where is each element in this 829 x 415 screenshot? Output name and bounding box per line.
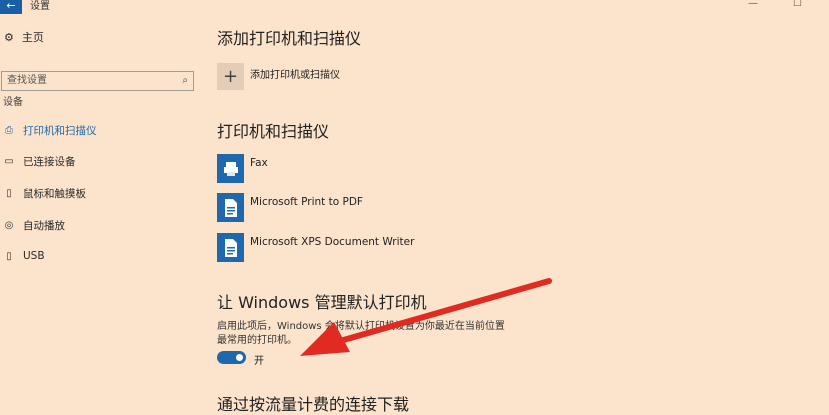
search-input[interactable]: 查找设置 ⌕ bbox=[1, 71, 194, 91]
sidebar-item-label: USB bbox=[23, 250, 45, 262]
toggle-knob bbox=[236, 354, 243, 361]
sidebar-item-label: 自动播放 bbox=[23, 220, 65, 232]
description-line: 最常用的打印机。 bbox=[217, 335, 297, 346]
fax-icon bbox=[217, 154, 244, 183]
default-printer-toggle[interactable] bbox=[217, 351, 246, 364]
back-button[interactable]: ← bbox=[0, 0, 22, 14]
sidebar-item-printers[interactable]: ⎙ 打印机和扫描仪 bbox=[4, 123, 97, 138]
sidebar-home[interactable]: ⚙ 主页 bbox=[4, 29, 44, 45]
default-printer-description: 启用此项后，Windows 会将默认打印机设置为你最近在当前位置 最常用的打印机… bbox=[217, 320, 547, 348]
printers-section-heading: 打印机和扫描仪 bbox=[217, 122, 330, 141]
usb-icon: ▯ bbox=[6, 250, 12, 262]
metered-connection-heading: 通过按流量计费的连接下载 bbox=[217, 395, 410, 414]
add-section-heading: 添加打印机和扫描仪 bbox=[217, 29, 362, 48]
gear-icon: ⚙ bbox=[4, 30, 14, 44]
toggle-state-label: 开 bbox=[254, 356, 264, 367]
sidebar-item-usb[interactable]: ▯ USB bbox=[4, 250, 45, 262]
printer-item-fax[interactable]: Fax bbox=[217, 154, 517, 183]
mouse-icon: ▯ bbox=[6, 188, 12, 199]
search-placeholder: 查找设置 bbox=[7, 75, 47, 86]
printer-name: Fax bbox=[250, 157, 268, 169]
sidebar-item-label: 鼠标和触摸板 bbox=[23, 188, 86, 200]
sidebar-item-connected-devices[interactable]: ▭ 已连接设备 bbox=[4, 154, 76, 169]
pdf-printer-icon bbox=[217, 193, 244, 222]
home-label: 主页 bbox=[21, 31, 44, 44]
main-content: 添加打印机和扫描仪 + 添加打印机或扫描仪 打印机和扫描仪 Fax Micros… bbox=[217, 0, 829, 415]
section-label-devices: 设备 bbox=[3, 97, 23, 108]
back-arrow-icon: ← bbox=[6, 0, 16, 12]
printer-name: Microsoft Print to PDF bbox=[250, 196, 363, 208]
add-printer-button[interactable]: + bbox=[217, 63, 244, 90]
default-printer-heading: 让 Windows 管理默认打印机 bbox=[217, 293, 427, 312]
printer-name: Microsoft XPS Document Writer bbox=[250, 236, 415, 248]
search-icon: ⌕ bbox=[182, 75, 188, 86]
printer-icon: ⎙ bbox=[5, 125, 13, 136]
printer-item-pdf[interactable]: Microsoft Print to PDF bbox=[217, 193, 517, 222]
add-printer-label[interactable]: 添加打印机或扫描仪 bbox=[250, 66, 340, 81]
plus-icon: + bbox=[222, 66, 239, 87]
xps-printer-icon bbox=[217, 233, 244, 262]
window-title: 设置 bbox=[30, 1, 50, 12]
sidebar-item-label: 已连接设备 bbox=[23, 156, 76, 168]
connected-devices-icon: ▭ bbox=[4, 156, 14, 167]
sidebar-item-label: 打印机和扫描仪 bbox=[23, 125, 97, 137]
autoplay-icon: ◎ bbox=[4, 220, 14, 231]
sidebar-item-autoplay[interactable]: ◎ 自动播放 bbox=[4, 218, 65, 233]
printer-item-xps[interactable]: Microsoft XPS Document Writer bbox=[217, 233, 517, 262]
sidebar-item-mouse[interactable]: ▯ 鼠标和触摸板 bbox=[4, 186, 86, 201]
description-line: 启用此项后，Windows 会将默认打印机设置为你最近在当前位置 bbox=[217, 321, 505, 332]
sidebar: ⚙ 主页 查找设置 ⌕ 设备 ⎙ 打印机和扫描仪 ▭ 已连接设备 ▯ 鼠标和触摸… bbox=[0, 14, 200, 415]
